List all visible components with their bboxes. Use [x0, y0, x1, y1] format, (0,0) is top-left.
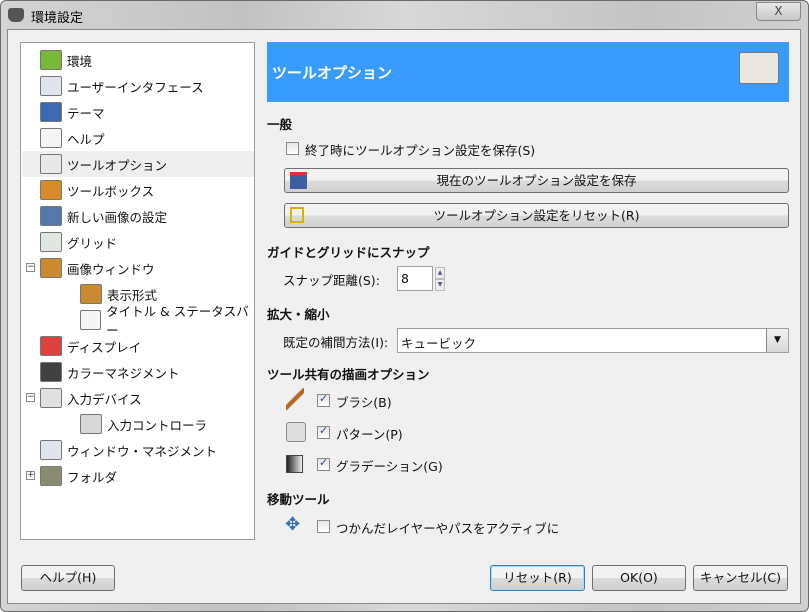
folders-icon — [40, 466, 62, 486]
gradient-icon — [286, 455, 303, 473]
sidebar-item-label: 環境 — [67, 53, 93, 69]
save-tool-options-button[interactable]: 現在のツールオプション設定を保存 — [284, 168, 789, 193]
help-button[interactable]: ヘルプ(H) — [21, 565, 115, 591]
grid-icon — [40, 232, 62, 252]
image-window-icon — [40, 258, 62, 278]
sidebar-item[interactable]: テーマ — [22, 99, 254, 125]
sidebar-item-label: グリッド — [67, 235, 118, 251]
pattern-bucket-icon — [286, 422, 306, 442]
interpolation-select[interactable]: キュービック ▼ — [397, 328, 789, 353]
window-management-icon — [40, 440, 62, 460]
spin-down-button[interactable]: ▼ — [435, 279, 445, 291]
sidebar-item[interactable]: カラーマネジメント — [22, 359, 254, 385]
environment-icon — [40, 50, 62, 70]
sidebar-item[interactable]: ツールボックス — [22, 177, 254, 203]
sidebar-item[interactable]: 入力コントローラ — [22, 411, 254, 437]
chevron-down-icon[interactable]: ▼ — [766, 329, 788, 352]
gradient-label[interactable]: グラデーション(G) — [336, 456, 443, 475]
sidebar-item-label: 画像ウィンドウ — [67, 261, 155, 277]
sidebar-item-label: ヘルプ — [67, 131, 105, 147]
sidebar-item[interactable]: ツールオプション — [22, 151, 254, 177]
sidebar-item-label: ユーザーインタフェース — [67, 79, 204, 95]
save-on-exit-label[interactable]: 終了時にツールオプション設定を保存(S) — [305, 140, 535, 159]
input-controllers-icon — [80, 414, 102, 434]
section-scaling: 拡大・縮小 — [267, 307, 330, 322]
sidebar-item[interactable]: タイトル & ステータスバー — [22, 304, 254, 338]
brush-checkbox[interactable] — [317, 392, 330, 407]
sidebar-item-label: 新しい画像の設定 — [67, 209, 168, 225]
theme-icon — [40, 102, 62, 122]
toolbox-icon — [40, 180, 62, 200]
section-snap: ガイドとグリッドにスナップ — [267, 245, 430, 260]
section-general: 一般 — [267, 117, 293, 132]
sidebar-item[interactable]: 環境 — [22, 47, 254, 73]
sidebar-item-label: 入力デバイス — [67, 391, 142, 407]
appearance-icon — [80, 284, 102, 304]
reset-icon — [290, 207, 304, 223]
sidebar-item-label: フォルダ — [67, 469, 118, 485]
sidebar-item[interactable]: ユーザーインタフェース — [22, 73, 254, 99]
page-title: ツールオプション — [272, 64, 393, 82]
brush-icon — [286, 388, 304, 410]
sidebar-item[interactable]: ヘルプ — [22, 125, 254, 151]
cancel-button[interactable]: キャンセル(C) — [693, 565, 788, 591]
sidebar-item-label: ディスプレイ — [67, 339, 142, 355]
input-devices-icon — [40, 388, 62, 408]
title-statusbar-icon — [80, 310, 102, 330]
sidebar-item[interactable]: − 画像ウィンドウ — [22, 255, 254, 281]
sidebar-item[interactable]: − 入力デバイス — [22, 385, 254, 411]
window-title: 環境設定 — [31, 11, 84, 26]
page-header: ツールオプション — [267, 42, 789, 102]
close-button[interactable]: X — [756, 2, 801, 21]
tool-options-icon — [739, 52, 779, 84]
sidebar-item[interactable]: ウィンドウ・マネジメント — [22, 437, 254, 463]
sidebar-item-label: ツールボックス — [67, 183, 155, 199]
spin-up-button[interactable]: ▲ — [435, 267, 445, 279]
new-image-icon — [40, 206, 62, 226]
expand-icon[interactable]: + — [26, 471, 35, 480]
save-on-exit-checkbox[interactable] — [286, 142, 299, 155]
snap-distance-input[interactable]: 8 — [397, 266, 433, 291]
gradient-checkbox[interactable] — [317, 456, 330, 471]
sidebar-item-label: ウィンドウ・マネジメント — [67, 443, 218, 459]
category-tree: 環境ユーザーインタフェース テーマヘルプツールオプション ツールボックス 新しい画像の… — [20, 42, 255, 540]
tool-options-icon — [40, 154, 62, 174]
interpolation-value: キュービック — [401, 336, 477, 351]
interpolation-label: 既定の補間方法(I): — [283, 335, 389, 350]
sidebar-item-label: カラーマネジメント — [67, 365, 180, 381]
user-interface-icon — [40, 76, 62, 96]
reset-tool-options-label: ツールオプション設定をリセット(R) — [433, 208, 640, 223]
sidebar-item[interactable]: グリッド — [22, 229, 254, 255]
sidebar-item-label: 入力コントローラ — [107, 417, 208, 433]
sidebar-item[interactable]: + フォルダ — [22, 463, 254, 489]
pattern-label[interactable]: パターン(P) — [336, 424, 403, 443]
sidebar-item[interactable]: ディスプレイ — [22, 333, 254, 359]
ok-button[interactable]: OK(O) — [592, 565, 686, 591]
section-move-tool: 移動ツール — [267, 492, 330, 507]
collapse-icon[interactable]: − — [26, 393, 35, 402]
reset-button[interactable]: リセット(R) — [490, 565, 585, 591]
pattern-checkbox[interactable] — [317, 424, 330, 439]
collapse-icon[interactable]: − — [26, 263, 35, 272]
set-layer-active-checkbox[interactable] — [317, 520, 330, 533]
color-management-icon — [40, 362, 62, 382]
move-arrows-icon: ✥ — [285, 514, 301, 535]
sidebar-item-label: テーマ — [67, 105, 105, 121]
reset-tool-options-button[interactable]: ツールオプション設定をリセット(R) — [284, 203, 789, 228]
sidebar-item[interactable]: 新しい画像の設定 — [22, 203, 254, 229]
help-lifebuoy-icon — [40, 128, 62, 148]
section-paint-options: ツール共有の描画オプション — [267, 367, 430, 382]
gimp-icon — [8, 8, 24, 22]
sidebar-item-label: ツールオプション — [67, 157, 168, 173]
save-icon — [290, 172, 307, 189]
set-layer-active-label[interactable]: つかんだレイヤーやパスをアクティブに — [336, 518, 559, 537]
brush-label[interactable]: ブラシ(B) — [336, 392, 392, 411]
snap-distance-label: スナップ距離(S): — [283, 273, 380, 288]
display-icon — [40, 336, 62, 356]
save-tool-options-label: 現在のツールオプション設定を保存 — [436, 173, 637, 188]
